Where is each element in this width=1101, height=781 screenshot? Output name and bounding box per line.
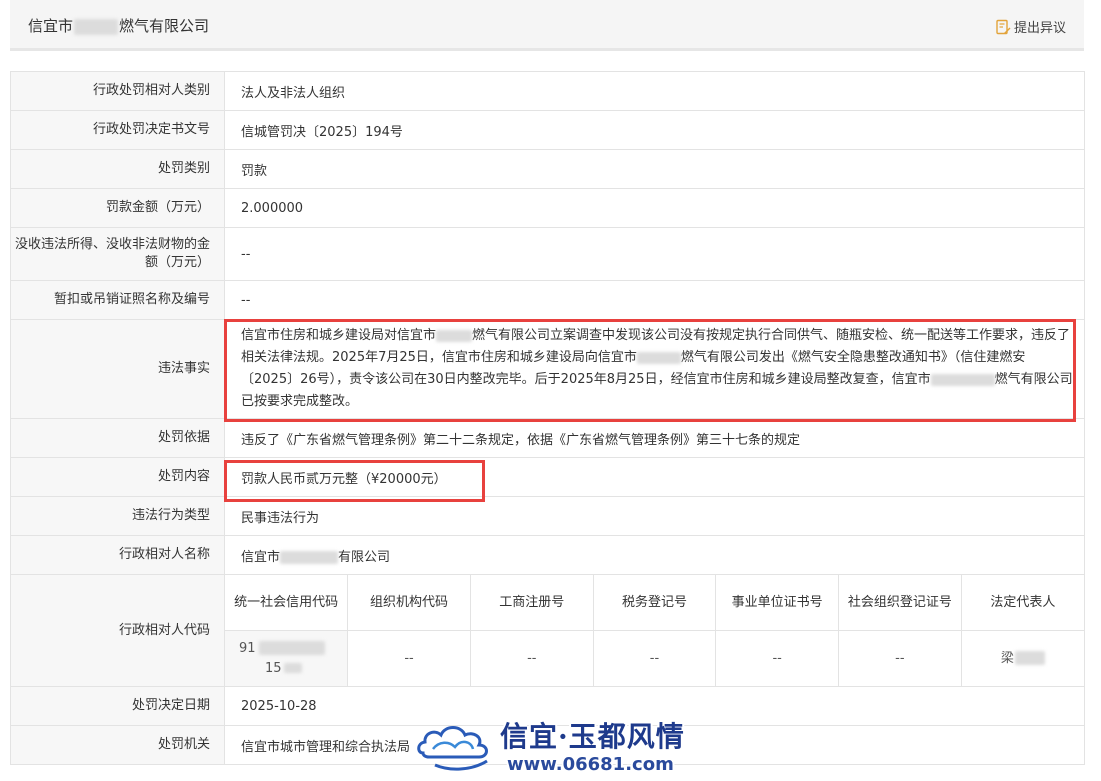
- company-name-prefix: 信宜市: [28, 17, 74, 35]
- row-label: 没收违法所得、没收非法财物的金额（万元）: [10, 227, 225, 281]
- table-row: 处罚内容 罚款人民币贰万元整（¥20000元）: [10, 457, 1085, 497]
- row-label: 违法行为类型: [10, 496, 225, 536]
- social-org-cell: --: [838, 630, 962, 686]
- row-label: 暂扣或吊销证照名称及编号: [10, 280, 225, 320]
- row-label: 行政处罚决定书文号: [10, 110, 225, 150]
- row-value: 法人及非法人组织: [224, 71, 1085, 111]
- row-label: 处罚类别: [10, 149, 225, 189]
- code-value-row: 91 15 -- -- -- -- -- 梁: [225, 630, 1084, 686]
- table-row: 罚款金额（万元） 2.000000: [10, 188, 1085, 228]
- row-label: 违法事实: [10, 319, 225, 419]
- org-code-cell: --: [347, 630, 471, 686]
- objection-label: 提出异议: [1013, 21, 1066, 36]
- row-value: 信城管罚决〔2025〕194号: [224, 110, 1085, 150]
- row-label: 行政相对人名称: [10, 535, 225, 575]
- redacted-text: [258, 641, 325, 655]
- row-value: 罚款: [224, 149, 1085, 189]
- row-label: 罚款金额（万元）: [10, 188, 225, 228]
- column-header: 工商注册号: [469, 575, 594, 631]
- company-title: 信宜市 燃气有限公司: [28, 15, 209, 36]
- objection-document-icon: [996, 19, 1011, 34]
- redacted-text: [1014, 651, 1045, 665]
- column-header: 组织机构代码: [347, 575, 471, 631]
- redacted-text: [636, 351, 681, 364]
- row-label: 处罚内容: [10, 457, 225, 497]
- table-row: 处罚机关 信宜市城市管理和综合执法局: [10, 725, 1085, 765]
- penalty-detail-table: 行政处罚相对人类别 法人及非法人组织 行政处罚决定书文号 信城管罚决〔2025〕…: [10, 71, 1085, 765]
- row-value: 2025-10-28: [224, 686, 1085, 726]
- page-header: 信宜市 燃气有限公司 提出异议: [10, 0, 1084, 51]
- table-row: 行政处罚决定书文号 信城管罚决〔2025〕194号: [10, 110, 1085, 150]
- penalty-content-value: 罚款人民币贰万元整（¥20000元）: [224, 457, 1085, 497]
- redacted-text: [280, 550, 339, 564]
- row-label: 处罚机关: [10, 725, 225, 765]
- row-value: --: [224, 227, 1085, 281]
- row-label: 行政处罚相对人类别: [10, 71, 225, 111]
- table-row: 违法行为类型 民事违法行为: [10, 496, 1085, 536]
- row-value: 民事违法行为: [224, 496, 1085, 536]
- row-value: 2.000000: [224, 188, 1085, 228]
- table-row: 处罚决定日期 2025-10-28: [10, 686, 1085, 726]
- row-value: 违反了《广东省燃气管理条例》第二十二条规定，依据《广东省燃气管理条例》第三十七条…: [224, 418, 1085, 458]
- raise-objection-button[interactable]: 提出异议: [995, 17, 1066, 36]
- table-row: 行政处罚相对人类别 法人及非法人组织: [10, 71, 1085, 111]
- column-header: 事业单位证书号: [715, 575, 840, 631]
- table-row: 暂扣或吊销证照名称及编号 --: [10, 280, 1085, 320]
- legal-rep-cell: 梁: [960, 630, 1084, 686]
- biz-reg-cell: --: [469, 630, 594, 686]
- company-name-suffix: 燃气有限公司: [119, 17, 210, 35]
- row-label: 行政相对人代码: [10, 574, 225, 687]
- row-label: 处罚依据: [10, 418, 225, 458]
- column-header: 法定代表人: [960, 575, 1084, 631]
- code-header-row: 统一社会信用代码 组织机构代码 工商注册号 税务登记号 事业单位证书号 社会组织…: [225, 575, 1084, 631]
- redacted-text: [930, 373, 995, 386]
- inst-cert-cell: --: [715, 630, 840, 686]
- table-row: 处罚依据 违反了《广东省燃气管理条例》第二十二条规定，依据《广东省燃气管理条例》…: [10, 418, 1085, 458]
- credit-code-cell: 91 15: [225, 630, 349, 686]
- party-code-row: 行政相对人代码 统一社会信用代码 组织机构代码 工商注册号 税务登记号 事业单位…: [10, 574, 1085, 687]
- table-row: 行政相对人名称 信宜市 有限公司: [10, 535, 1085, 575]
- redacted-text: [74, 18, 119, 35]
- redacted-text: [436, 329, 473, 342]
- column-header: 社会组织登记证号: [838, 575, 962, 631]
- tax-reg-cell: --: [592, 630, 717, 686]
- row-label: 处罚决定日期: [10, 686, 225, 726]
- violation-facts-row: 违法事实 信宜市住房和城乡建设局对信宜市 燃气有限公司立案调查中发现该公司没有按规…: [10, 319, 1085, 419]
- table-row: 处罚类别 罚款: [10, 149, 1085, 189]
- party-code-table: 统一社会信用代码 组织机构代码 工商注册号 税务登记号 事业单位证书号 社会组织…: [225, 575, 1084, 686]
- redacted-text: [283, 663, 302, 673]
- party-name-value: 信宜市 有限公司: [224, 535, 1085, 575]
- table-row: 没收违法所得、没收非法财物的金额（万元） --: [10, 227, 1085, 281]
- column-header: 统一社会信用代码: [225, 575, 349, 631]
- violation-facts-text: 信宜市住房和城乡建设局对信宜市 燃气有限公司立案调查中发现该公司没有按规定执行合同…: [224, 319, 1085, 419]
- row-value: --: [224, 280, 1085, 320]
- row-value: 信宜市城市管理和综合执法局: [224, 725, 1085, 765]
- column-header: 税务登记号: [592, 575, 717, 631]
